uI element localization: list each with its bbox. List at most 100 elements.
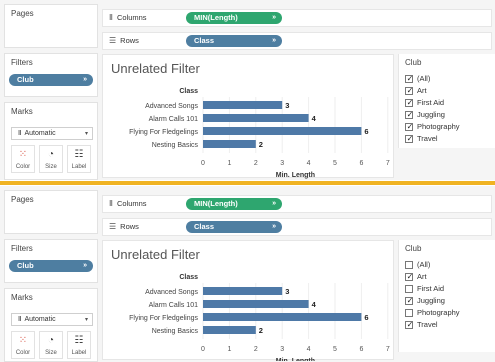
columns-pill-min-length[interactable]: MIN(Length) » (186, 12, 282, 24)
marks-title: Marks (11, 293, 33, 302)
color-button[interactable]: ⁙ Color (11, 145, 35, 173)
rows-pill-label: Class (194, 36, 215, 45)
size-button-label: Size (45, 350, 57, 356)
club-filter-option[interactable]: ✓ First Aid (405, 98, 489, 109)
checkbox[interactable]: ✓ (405, 134, 413, 143)
bar-value-label: 2 (259, 326, 263, 335)
checkbox[interactable]: ✓ (405, 110, 413, 119)
size-button-label: Size (45, 164, 57, 170)
club-option-label: Juggling (417, 110, 445, 119)
checkbox[interactable]: ✓ (405, 98, 413, 107)
club-filter-option[interactable]: (All) (405, 260, 489, 271)
rows-label-text: Rows (120, 36, 139, 45)
club-filter-option[interactable]: ✓ (All) (405, 74, 489, 85)
columns-label-text: Columns (116, 13, 147, 22)
club-option-label: Photography (417, 308, 460, 317)
club-filter-option[interactable]: Photography (405, 308, 489, 319)
size-button[interactable]: ◔ Size (39, 145, 63, 173)
label-button[interactable]: ☷ Label (67, 145, 91, 173)
panel-separator (0, 181, 495, 185)
filter-pill-label: Club (17, 75, 34, 84)
label-icon: ☷ (74, 335, 84, 346)
filter-pill-club[interactable]: Club » (9, 260, 93, 272)
club-filter-title: Club (405, 58, 422, 67)
label-button[interactable]: ☷ Label (67, 331, 91, 359)
x-tick-label: 0 (201, 160, 205, 167)
x-axis-label: Min. Length (276, 172, 315, 179)
size-button[interactable]: ◔ Size (39, 331, 63, 359)
marks-title: Marks (11, 107, 33, 116)
checkbox[interactable] (405, 285, 413, 293)
category-label: Flying For Fledgelings (129, 129, 198, 136)
x-tick-label: 7 (386, 346, 390, 353)
club-option-label: First Aid (417, 284, 445, 293)
x-tick-label: 3 (280, 346, 284, 353)
chevron-double-icon: » (83, 262, 87, 269)
columns-pill-min-length[interactable]: MIN(Length) » (186, 198, 282, 210)
checkbox[interactable]: ✓ (405, 74, 413, 83)
label-button-label: Label (71, 164, 87, 170)
marks-type-label: Automatic (24, 316, 56, 323)
bar-value-label: 2 (259, 140, 263, 149)
marks-card: Marks Ⅱ Automatic ▾ ⁙ Color ◔ Size ☷ Label (4, 288, 98, 362)
bar (203, 114, 309, 122)
checkbox[interactable]: ✓ (405, 296, 413, 305)
columns-icon: Ⅱ (109, 199, 113, 208)
viz-area: Unrelated Filter Class Advanced Songs 3 Alar… (102, 240, 394, 361)
checkbox[interactable]: ✓ (405, 122, 413, 131)
club-filter-option[interactable]: ✓ Art (405, 272, 489, 283)
rows-pill-class[interactable]: Class » (186, 221, 282, 233)
x-axis-label: Min. Length (276, 358, 315, 361)
checkbox[interactable]: ✓ (405, 272, 413, 281)
club-option-label: (All) (417, 260, 431, 269)
chevron-down-icon: ▾ (84, 131, 88, 137)
marks-type-dropdown[interactable]: Ⅱ Automatic ▾ (11, 313, 93, 326)
marks-card: Marks Ⅱ Automatic ▾ ⁙ Color ◔ Size ☷ Label (4, 102, 98, 180)
rows-icon: ☰ (109, 36, 117, 45)
columns-shelf: Ⅱ Columns MIN(Length) » (102, 195, 492, 213)
size-icon: ◔ (47, 335, 55, 346)
label-button-label: Label (71, 350, 87, 356)
club-filter-option[interactable]: ✓ Juggling (405, 110, 489, 121)
category-label: Advanced Songs (145, 289, 198, 296)
club-filter-option[interactable]: ✓ Travel (405, 134, 489, 145)
checkbox[interactable] (405, 261, 413, 269)
club-option-label: Art (417, 86, 427, 95)
club-filter-option[interactable]: ✓ Art (405, 86, 489, 97)
rows-pill-class[interactable]: Class » (186, 35, 282, 47)
x-tick-label: 4 (307, 160, 311, 167)
x-tick-label: 3 (280, 160, 284, 167)
marks-type-dropdown[interactable]: Ⅱ Automatic ▾ (11, 127, 93, 140)
category-label: Nesting Basics (152, 142, 199, 149)
club-filter-option[interactable]: First Aid (405, 284, 489, 295)
checkbox[interactable]: ✓ (405, 320, 413, 329)
x-tick-label: 1 (227, 160, 231, 167)
rows-pill-label: Class (194, 222, 215, 231)
color-icon: ⁙ (18, 149, 28, 160)
club-filter-title: Club (405, 244, 422, 253)
filter-pill-club[interactable]: Club » (9, 74, 93, 86)
bar-value-label: 6 (364, 313, 368, 322)
columns-icon: Ⅱ (109, 13, 113, 22)
club-option-label: (All) (417, 74, 431, 83)
club-option-label: Art (417, 272, 427, 281)
checkbox[interactable] (405, 309, 413, 317)
rows-shelf-label: ☰ Rows (109, 36, 139, 45)
worksheet-panel-top: Pages Filters Club» Marks Ⅱ Automatic ▾ ⁙ Color ◔… (0, 0, 495, 180)
color-button[interactable]: ⁙ Color (11, 331, 35, 359)
filter-pill-label: Club (17, 261, 34, 270)
columns-shelf-label: Ⅱ Columns (109, 13, 147, 22)
pages-title: Pages (11, 9, 34, 18)
club-filter-option[interactable]: ✓ Travel (405, 320, 489, 331)
marks-type-label: Automatic (24, 130, 56, 137)
bar (203, 326, 256, 334)
checkbox[interactable]: ✓ (405, 86, 413, 95)
chevron-down-icon: ▾ (84, 317, 88, 323)
bar-value-label: 3 (285, 101, 289, 110)
row-header-class: Class (179, 88, 198, 95)
club-filter-option[interactable]: ✓ Juggling (405, 296, 489, 307)
pages-card: Pages (4, 190, 98, 234)
worksheet-panel-bottom: Pages Filters Club» Marks Ⅱ Automatic ▾ ⁙ Color ◔… (0, 186, 495, 362)
filters-card: Filters Club » (4, 239, 98, 283)
club-filter-option[interactable]: ✓ Photography (405, 122, 489, 133)
